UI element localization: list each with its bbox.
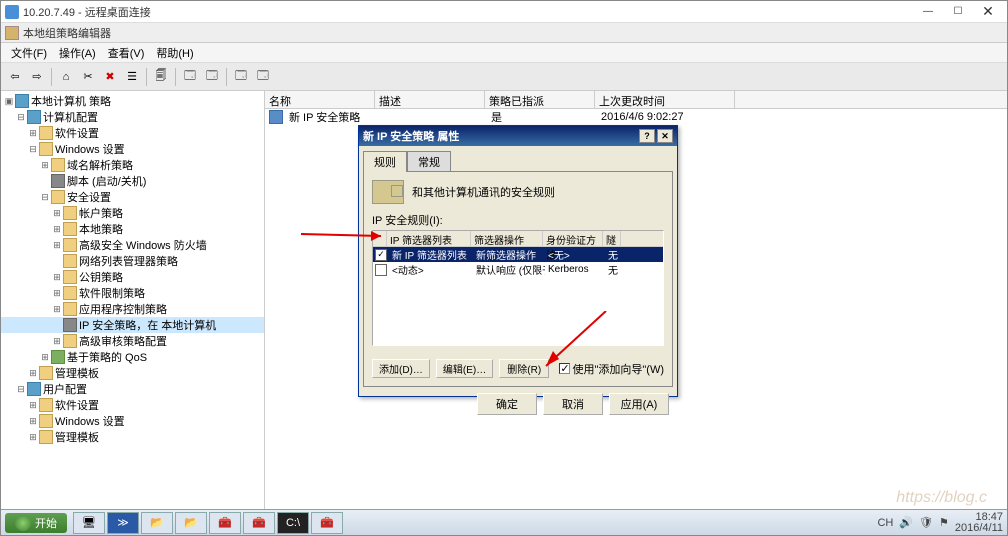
taskbar-item[interactable]: 🖥	[73, 512, 105, 534]
app-window-title: 本地组策略编辑器	[23, 25, 111, 41]
rule-checkbox[interactable]: ✓	[375, 249, 387, 261]
ime-indicator[interactable]: CH	[877, 517, 893, 529]
tree-local-policy[interactable]: 本地策略	[79, 221, 123, 237]
taskbar-item[interactable]: 🧰	[243, 512, 275, 534]
add-button[interactable]: 添加(D)…	[372, 359, 430, 378]
tray-icon[interactable]: ⚑	[939, 516, 949, 529]
tree-qos[interactable]: 基于策略的 QoS	[67, 349, 147, 365]
app-window-titlebar: 本地组策略编辑器	[1, 23, 1007, 43]
policy-icon	[269, 110, 283, 124]
tree-ipsec[interactable]: IP 安全策略，在 本地计算机	[79, 317, 216, 333]
back-button[interactable]: ⇦	[5, 67, 25, 87]
tree-appcontrol[interactable]: 应用程序控制策略	[79, 301, 167, 317]
tray-icon[interactable]: 🔊	[899, 516, 913, 529]
tray-icon[interactable]: 🛡	[919, 516, 933, 529]
menu-action[interactable]: 操作(A)	[53, 45, 102, 61]
tree-pubkey[interactable]: 公钥策略	[79, 269, 123, 285]
col-assigned[interactable]: 策略已指派	[485, 91, 595, 108]
menu-help[interactable]: 帮助(H)	[150, 45, 199, 61]
tree-firewall[interactable]: 高级安全 Windows 防火墙	[79, 237, 207, 253]
rule-row[interactable]: <动态> 默认响应 (仅限于… Kerberos 无	[373, 262, 663, 277]
taskbar-item[interactable]: 📂	[175, 512, 207, 534]
ok-button[interactable]: 确定	[477, 393, 537, 415]
tree-computer-config[interactable]: 计算机配置	[43, 109, 98, 125]
tree-user-software[interactable]: 软件设置	[55, 397, 99, 413]
clock-date[interactable]: 2016/4/11	[955, 522, 1003, 534]
tool-4[interactable]: 🗔	[253, 67, 273, 87]
up-button[interactable]: ⌂	[56, 67, 76, 87]
rdp-title: 10.20.7.49 - 远程桌面连接	[23, 4, 913, 20]
delete-button[interactable]: ✖	[100, 67, 120, 87]
tree-software[interactable]: 软件设置	[55, 125, 99, 141]
col-tunnel[interactable]: 隧	[603, 231, 621, 246]
menu-view[interactable]: 查看(V)	[102, 45, 151, 61]
dialog-title: 新 IP 安全策略 属性	[363, 128, 459, 144]
maximize-button[interactable]: ☐	[943, 2, 973, 22]
dialog-description: 和其他计算机通讯的安全规则	[412, 184, 555, 200]
rules-list[interactable]: IP 筛选器列表 筛选器操作 身份验证方法 隧 ✓ 新 IP 筛选器列表 新筛选…	[372, 230, 664, 346]
tree-root[interactable]: 本地计算机 策略	[31, 93, 111, 109]
wizard-checkbox[interactable]: ✓使用"添加向导"(W)	[559, 361, 664, 377]
mmc-icon	[5, 26, 19, 40]
col-modified[interactable]: 上次更改时间	[595, 91, 735, 108]
tree-user-config[interactable]: 用户配置	[43, 381, 87, 397]
remove-button[interactable]: 删除(R)	[499, 359, 549, 378]
col-name[interactable]: 名称	[265, 91, 375, 108]
col-desc[interactable]: 描述	[375, 91, 485, 108]
tree-user-admin[interactable]: 管理模板	[55, 429, 99, 445]
taskbar-item[interactable]: ≫	[107, 512, 139, 534]
tab-rules[interactable]: 规则	[363, 151, 407, 172]
tree-softrestrict[interactable]: 软件限制策略	[79, 285, 145, 301]
close-button[interactable]: ✕	[973, 2, 1003, 22]
taskbar-item[interactable]: C:\	[277, 512, 309, 534]
edit-button[interactable]: 编辑(E)…	[436, 359, 493, 378]
col-auth[interactable]: 身份验证方法	[543, 231, 603, 246]
properties-button[interactable]: ☰	[122, 67, 142, 87]
tree-windows-settings[interactable]: Windows 设置	[55, 141, 125, 157]
rules-group-label: IP 安全规则(I):	[372, 212, 664, 228]
tool-3[interactable]: 🗔	[231, 67, 251, 87]
cancel-button[interactable]: 取消	[543, 393, 603, 415]
tree-scripts[interactable]: 脚本 (启动/关机)	[67, 173, 146, 189]
col-action[interactable]: 筛选器操作	[471, 231, 543, 246]
col-filter[interactable]: IP 筛选器列表	[387, 231, 471, 246]
tree-admin-templates[interactable]: 管理模板	[55, 365, 99, 381]
watermark: https://blog.c	[896, 489, 987, 507]
minimize-button[interactable]: —	[913, 2, 943, 22]
policy-tree[interactable]: ▣本地计算机 策略 ⊟计算机配置 ⊞软件设置 ⊟Windows 设置 ⊞域名解析…	[1, 91, 265, 510]
system-tray: CH 🔊 🛡 ⚑ 18:47 2016/4/11	[877, 512, 1003, 534]
dialog-help-button[interactable]: ?	[639, 129, 655, 143]
cut-button[interactable]: ✂	[78, 67, 98, 87]
tool-2[interactable]: 🗔	[202, 67, 222, 87]
tool-1[interactable]: 🗔	[180, 67, 200, 87]
properties-dialog: 新 IP 安全策略 属性 ? ✕ 规则 常规 和其他计算机通讯的安全规则 IP …	[358, 125, 678, 397]
rule-checkbox[interactable]	[375, 264, 387, 276]
taskbar-item[interactable]: 🧰	[209, 512, 241, 534]
toolbar: ⇦ ⇨ ⌂ ✂ ✖ ☰ 🗐 🗔 🗔 🗔 🗔	[1, 63, 1007, 91]
tree-account-policy[interactable]: 帐户策略	[79, 205, 123, 221]
rule-row-selected[interactable]: ✓ 新 IP 筛选器列表 新筛选器操作 <无> 无	[373, 247, 663, 262]
tree-user-windows[interactable]: Windows 设置	[55, 413, 125, 429]
tree-security[interactable]: 安全设置	[67, 189, 111, 205]
menu-file[interactable]: 文件(F)	[5, 45, 53, 61]
tree-audit[interactable]: 高级审核策略配置	[79, 333, 167, 349]
start-orb-icon	[15, 515, 31, 531]
rdp-icon	[5, 5, 19, 19]
tab-general[interactable]: 常规	[407, 151, 451, 172]
taskbar: 开始 🖥 ≫ 📂 📂 🧰 🧰 C:\ 🧰 CH 🔊 🛡 ⚑ 18:47 2016…	[1, 509, 1007, 535]
list-row[interactable]: 新 IP 安全策略 是 2016/4/6 9:02:27	[265, 109, 1007, 125]
servers-icon	[372, 180, 404, 204]
menubar: 文件(F) 操作(A) 查看(V) 帮助(H)	[1, 43, 1007, 63]
tree-dns[interactable]: 域名解析策略	[67, 157, 133, 173]
rdp-titlebar: 10.20.7.49 - 远程桌面连接 — ☐ ✕	[1, 1, 1007, 23]
tree-nlm[interactable]: 网络列表管理器策略	[79, 253, 178, 269]
taskbar-item[interactable]: 🧰	[311, 512, 343, 534]
apply-button[interactable]: 应用(A)	[609, 393, 669, 415]
refresh-button[interactable]: 🗐	[151, 67, 171, 87]
taskbar-item[interactable]: 📂	[141, 512, 173, 534]
start-button[interactable]: 开始	[5, 513, 67, 533]
dialog-close-button[interactable]: ✕	[657, 129, 673, 143]
forward-button[interactable]: ⇨	[27, 67, 47, 87]
